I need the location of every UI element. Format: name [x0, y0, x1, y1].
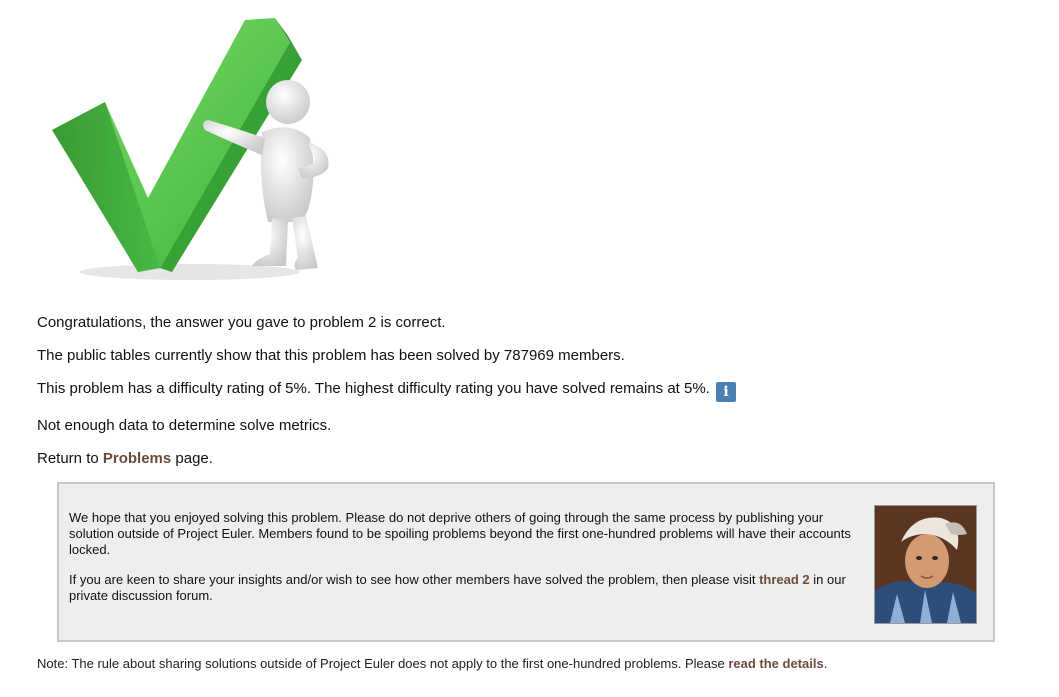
return-suffix: page.	[171, 450, 213, 467]
sharing-notice-box: We hope that you enjoyed solving this pr…	[57, 482, 995, 642]
metrics-message: Not enough data to determine solve metri…	[37, 417, 332, 434]
footnote-suffix: .	[823, 656, 828, 671]
problems-link[interactable]: Problems	[103, 450, 171, 467]
result-messages: Congratulations, the answer you gave to …	[37, 313, 1027, 482]
return-prefix: Return to	[37, 450, 103, 467]
return-message: Return to Problems page.	[37, 449, 1027, 468]
notice-paragraph-2: If you are keen to share your insights a…	[69, 572, 859, 604]
euler-portrait	[874, 505, 977, 624]
solved-count-message: The public tables currently show that th…	[37, 347, 625, 364]
notice-paragraph-1: We hope that you enjoyed solving this pr…	[69, 510, 851, 557]
read-details-link[interactable]: read the details	[728, 656, 823, 671]
footnote-prefix: Note: The rule about sharing solutions o…	[37, 656, 729, 671]
checkmark-figure-icon	[52, 18, 329, 280]
info-icon[interactable]: i	[716, 382, 737, 402]
notice-text: We hope that you enjoyed solving this pr…	[69, 510, 859, 618]
footnote: Note: The rule about sharing solutions o…	[37, 656, 827, 672]
difficulty-message: This problem has a difficulty rating of …	[37, 379, 1027, 402]
congrats-message: Congratulations, the answer you gave to …	[37, 314, 446, 331]
thread-link[interactable]: thread 2	[759, 572, 810, 587]
notice-prefix: If you are keen to share your insights a…	[69, 572, 760, 587]
difficulty-text: This problem has a difficulty rating of …	[37, 380, 710, 397]
